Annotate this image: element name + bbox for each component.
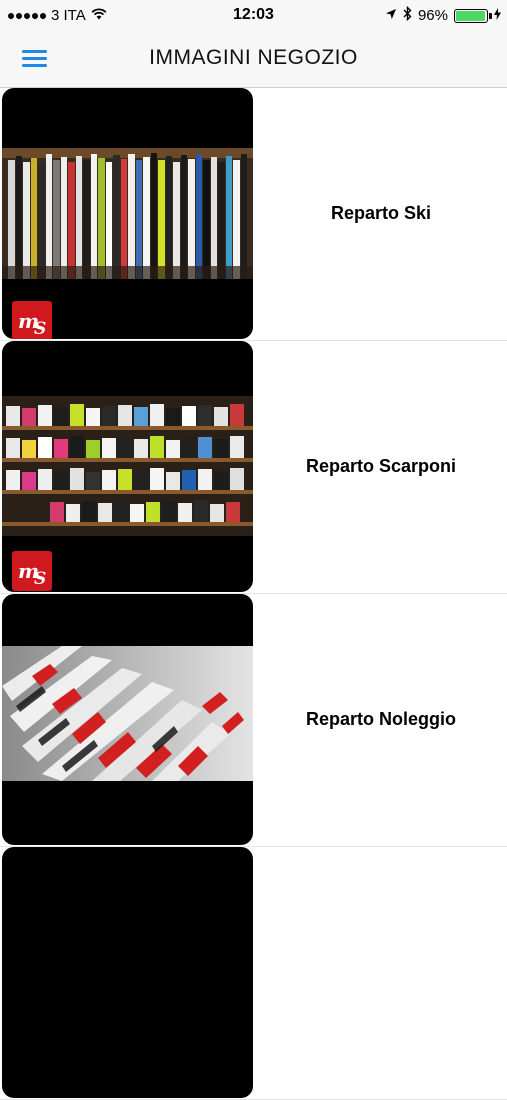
svg-text:S: S <box>34 319 46 339</box>
nav-bar: IMMAGINI NEGOZIO <box>0 32 507 88</box>
battery-fill <box>456 10 485 21</box>
list-item-label: Reparto Noleggio <box>305 709 456 729</box>
list-item-label <box>255 847 507 1098</box>
boot-shelves-photo: m S <box>2 341 253 592</box>
status-bar: 3 ITA 12:03 96% <box>0 0 507 32</box>
battery-icon <box>454 8 492 23</box>
location-arrow-icon <box>385 7 397 24</box>
list-item-partial[interactable] <box>0 847 507 1100</box>
gallery-list: m S Reparto Ski m S Reparto Scarponi Rep… <box>0 88 507 1100</box>
list-item-label: Reparto Ski <box>330 203 432 223</box>
ski-rack-photo: m S <box>2 88 253 339</box>
list-item-reparto-scarponi[interactable]: m S Reparto Scarponi <box>0 341 507 594</box>
charging-bolt-icon <box>494 7 501 24</box>
svg-text:S: S <box>34 569 46 589</box>
page-title: IMMAGINI NEGOZIO <box>149 46 358 69</box>
bluetooth-icon <box>403 5 412 25</box>
list-item-reparto-ski[interactable]: m S Reparto Ski <box>0 88 507 341</box>
battery-percent: 96% <box>417 7 448 24</box>
status-right: 96% <box>385 5 501 25</box>
rental-skis-photo <box>2 594 253 845</box>
partial-photo <box>2 847 253 1098</box>
list-item-reparto-noleggio[interactable]: Reparto Noleggio <box>0 594 507 847</box>
list-item-label: Reparto Scarponi <box>305 456 457 476</box>
